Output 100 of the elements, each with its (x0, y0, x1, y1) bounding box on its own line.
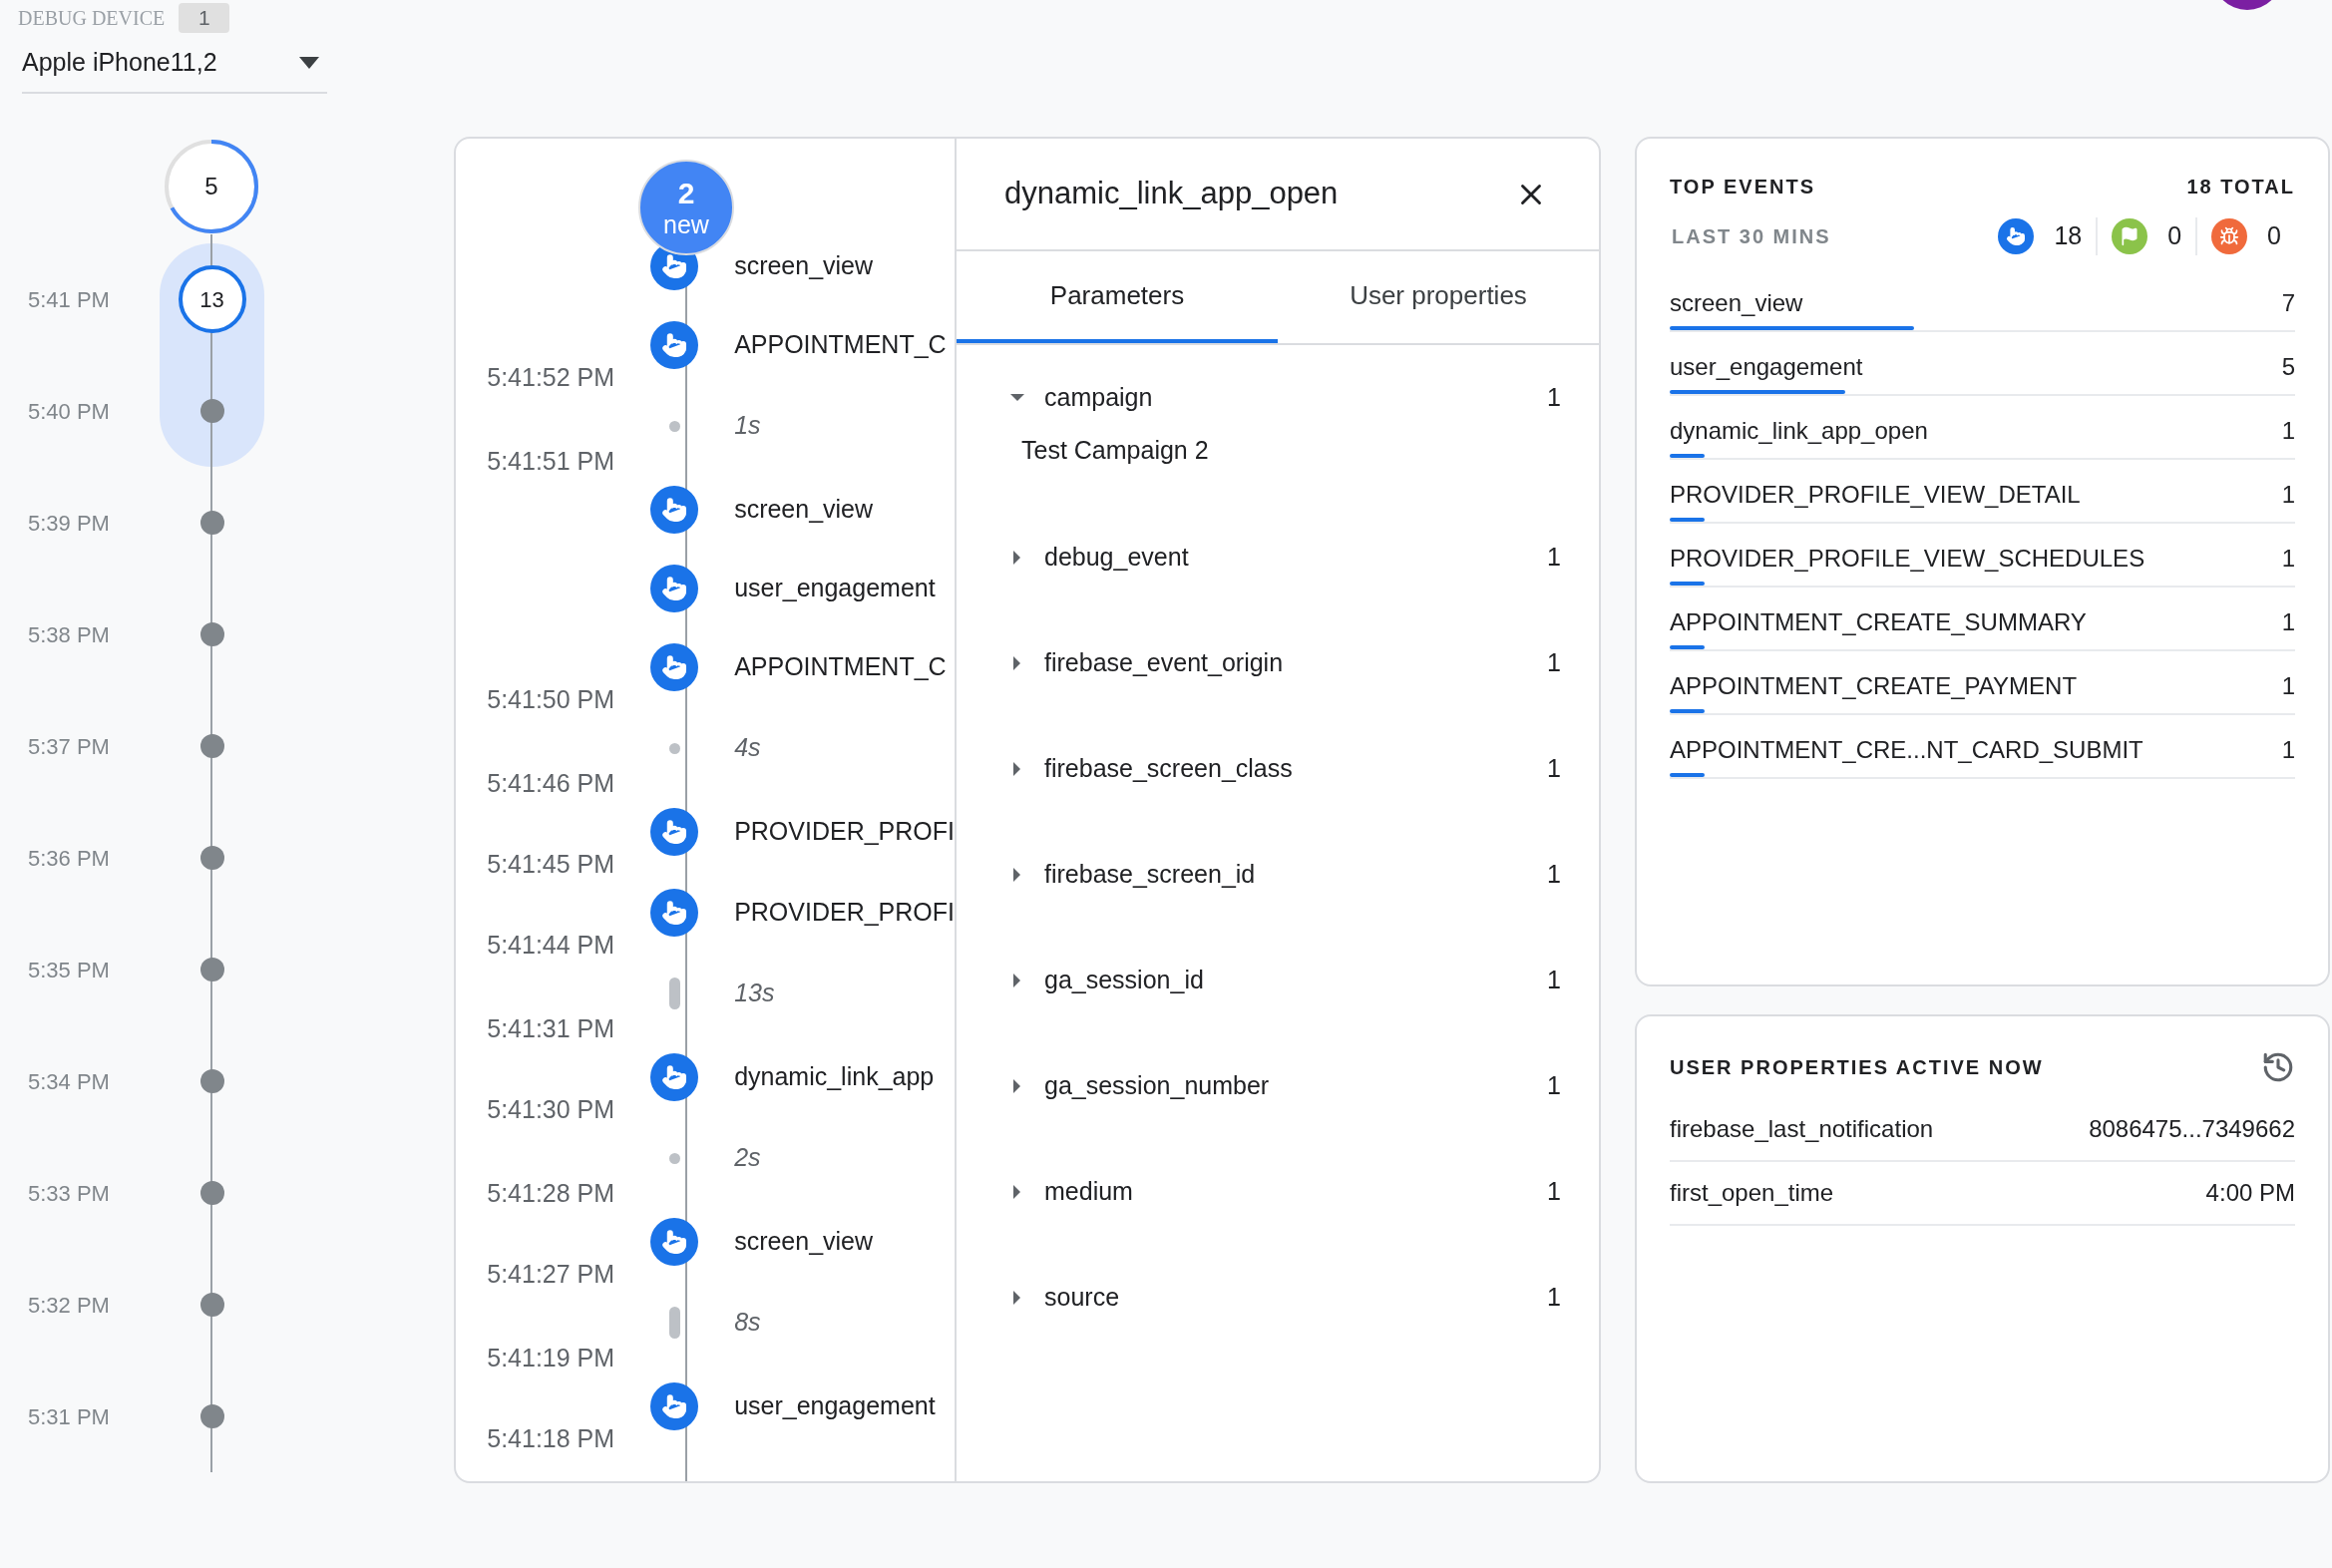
event-timestamp: 5:41:45 PM (487, 849, 615, 881)
event-timestamp: 5:41:44 PM (487, 930, 615, 962)
top-event-count: 1 (2281, 735, 2295, 765)
hand-pointer-icon (650, 1382, 699, 1430)
event-timestamp: 5:41:31 PM (487, 1013, 615, 1045)
stream-event-name[interactable]: screen_view (734, 1223, 874, 1261)
stat-count: 18 (2054, 220, 2083, 252)
pending-events-ring[interactable]: 5 (164, 139, 259, 234)
event-timestamp: 5:41:27 PM (487, 1259, 615, 1291)
top-event-count: 1 (2281, 607, 2295, 637)
minute-label: 5:38 PM (27, 620, 111, 649)
parameter-count: 1 (1547, 1176, 1561, 1208)
top-event-name[interactable]: dynamic_link_app_open (1670, 413, 1928, 449)
parameter-count: 1 (1547, 1070, 1561, 1102)
stream-event-name[interactable]: dynamic_link_app (734, 1058, 935, 1096)
event-detail-title: dynamic_link_app_open (1004, 175, 1339, 213)
stream-event-name[interactable]: APPOINTMENT_C (734, 326, 947, 364)
device-select[interactable]: Apple iPhone11,2 (22, 34, 327, 94)
detail-tab[interactable]: User properties (1278, 251, 1599, 343)
parameter-count: 1 (1547, 753, 1561, 785)
card-title: USER PROPERTIES ACTIVE NOW (1670, 1055, 2044, 1080)
stream-event-name[interactable]: screen_view (734, 491, 874, 529)
property-value: 4:00 PM (2205, 1178, 2295, 1208)
top-event-name[interactable]: PROVIDER_PROFILE_VIEW_SCHEDULES (1670, 541, 2145, 577)
top-event-count: 1 (2281, 671, 2295, 701)
hand-pointer-icon (1998, 218, 2035, 254)
time-gap-duration: 1s (734, 410, 761, 442)
top-event-name[interactable]: APPOINTMENT_CREATE_SUMMARY (1670, 604, 2087, 640)
selected-range-highlight[interactable]: 13 (160, 243, 264, 355)
hand-pointer-icon (650, 889, 699, 937)
stream-event-name[interactable]: APPOINTMENT_C (734, 648, 947, 686)
parameter-name[interactable]: firebase_event_origin (1044, 644, 1284, 682)
top-event-name[interactable]: user_engagement (1670, 349, 1863, 385)
parameter-name[interactable]: medium (1044, 1173, 1133, 1211)
parameter-name[interactable]: ga_session_number (1044, 1067, 1270, 1105)
parameter-name[interactable]: ga_session_id (1044, 962, 1204, 999)
parameter-count: 1 (1547, 382, 1561, 414)
event-timestamp: 5:41:28 PM (487, 1178, 615, 1210)
time-period-label: LAST 30 MINS (1671, 224, 1831, 249)
minute-label: 5:40 PM (27, 397, 111, 426)
top-event-count: 5 (2281, 352, 2295, 382)
stat-count: 0 (2167, 220, 2182, 252)
stream-event-name[interactable]: user_engagement (734, 570, 936, 607)
new-events-bubble[interactable]: 2 new (638, 160, 734, 255)
minute-label: 5:32 PM (27, 1291, 111, 1320)
debug-device-label: DEBUG DEVICE (18, 6, 166, 31)
history-icon[interactable] (2261, 1050, 2295, 1084)
stream-event-name[interactable]: screen_view (734, 247, 874, 285)
card-title: TOP EVENTS (1670, 175, 1815, 199)
top-event-count: 7 (2281, 288, 2295, 318)
hand-pointer-icon (650, 565, 699, 612)
hand-pointer-icon (650, 321, 699, 369)
property-value: 8086475...7349662 (2089, 1114, 2295, 1144)
minute-label: 5:41 PM (27, 285, 111, 314)
time-gap-duration: 2s (734, 1142, 761, 1174)
minute-label: 5:33 PM (27, 1179, 111, 1208)
events-total: 18 TOTAL (2186, 175, 2295, 199)
minute-label: 5:31 PM (27, 1402, 111, 1431)
minute-label: 5:35 PM (27, 956, 111, 984)
hand-pointer-icon (650, 1218, 699, 1266)
flag-icon (2112, 218, 2148, 254)
hand-pointer-icon (650, 1053, 699, 1101)
top-event-count: 1 (2281, 544, 2295, 574)
parameter-name[interactable]: firebase_screen_id (1044, 856, 1256, 894)
stream-event-name[interactable]: PROVIDER_PROFI (734, 894, 955, 932)
parameter-name[interactable]: debug_event (1044, 539, 1189, 577)
property-name: firebase_last_notification (1670, 1114, 1934, 1144)
minute-label: 5:36 PM (27, 844, 111, 873)
stream-event-name[interactable]: PROVIDER_PROFI (734, 813, 955, 851)
event-timestamp: 5:41:51 PM (487, 446, 615, 478)
time-gap-duration: 4s (734, 732, 761, 764)
event-timestamp: 5:41:52 PM (487, 362, 615, 394)
hand-pointer-icon (650, 808, 699, 856)
dropdown-caret-icon (299, 57, 319, 69)
top-event-name[interactable]: PROVIDER_PROFILE_VIEW_DETAIL (1670, 477, 2081, 513)
parameter-name[interactable]: firebase_screen_class (1044, 750, 1293, 788)
event-timestamp: 5:41:46 PM (487, 768, 615, 800)
minute-label: 5:39 PM (27, 509, 111, 538)
event-timestamp: 5:41:30 PM (487, 1094, 615, 1126)
minute-label: 5:34 PM (27, 1067, 111, 1096)
parameter-name[interactable]: campaign (1044, 379, 1153, 417)
property-name: first_open_time (1670, 1178, 1834, 1208)
parameter-name[interactable]: source (1044, 1279, 1120, 1317)
top-event-name[interactable]: APPOINTMENT_CRE...NT_CARD_SUBMIT (1670, 732, 2143, 768)
hand-pointer-icon (650, 643, 699, 691)
minute-label: 5:37 PM (27, 732, 111, 761)
hand-pointer-icon (650, 486, 699, 534)
top-event-name[interactable]: APPOINTMENT_CREATE_PAYMENT (1670, 668, 2078, 704)
time-gap-duration: 8s (734, 1307, 761, 1339)
stream-event-name[interactable]: user_engagement (734, 1387, 936, 1425)
parameter-count: 1 (1547, 965, 1561, 996)
bug-icon (2211, 218, 2248, 254)
parameter-count: 1 (1547, 1282, 1561, 1314)
top-event-count: 1 (2281, 416, 2295, 446)
parameter-count: 1 (1547, 859, 1561, 891)
detail-tab[interactable]: Parameters (957, 251, 1278, 343)
stat-count: 0 (2267, 220, 2281, 252)
top-event-name[interactable]: screen_view (1670, 285, 1803, 321)
event-timestamp: 5:41:50 PM (487, 684, 615, 716)
event-timestamp: 5:41:18 PM (487, 1423, 615, 1455)
